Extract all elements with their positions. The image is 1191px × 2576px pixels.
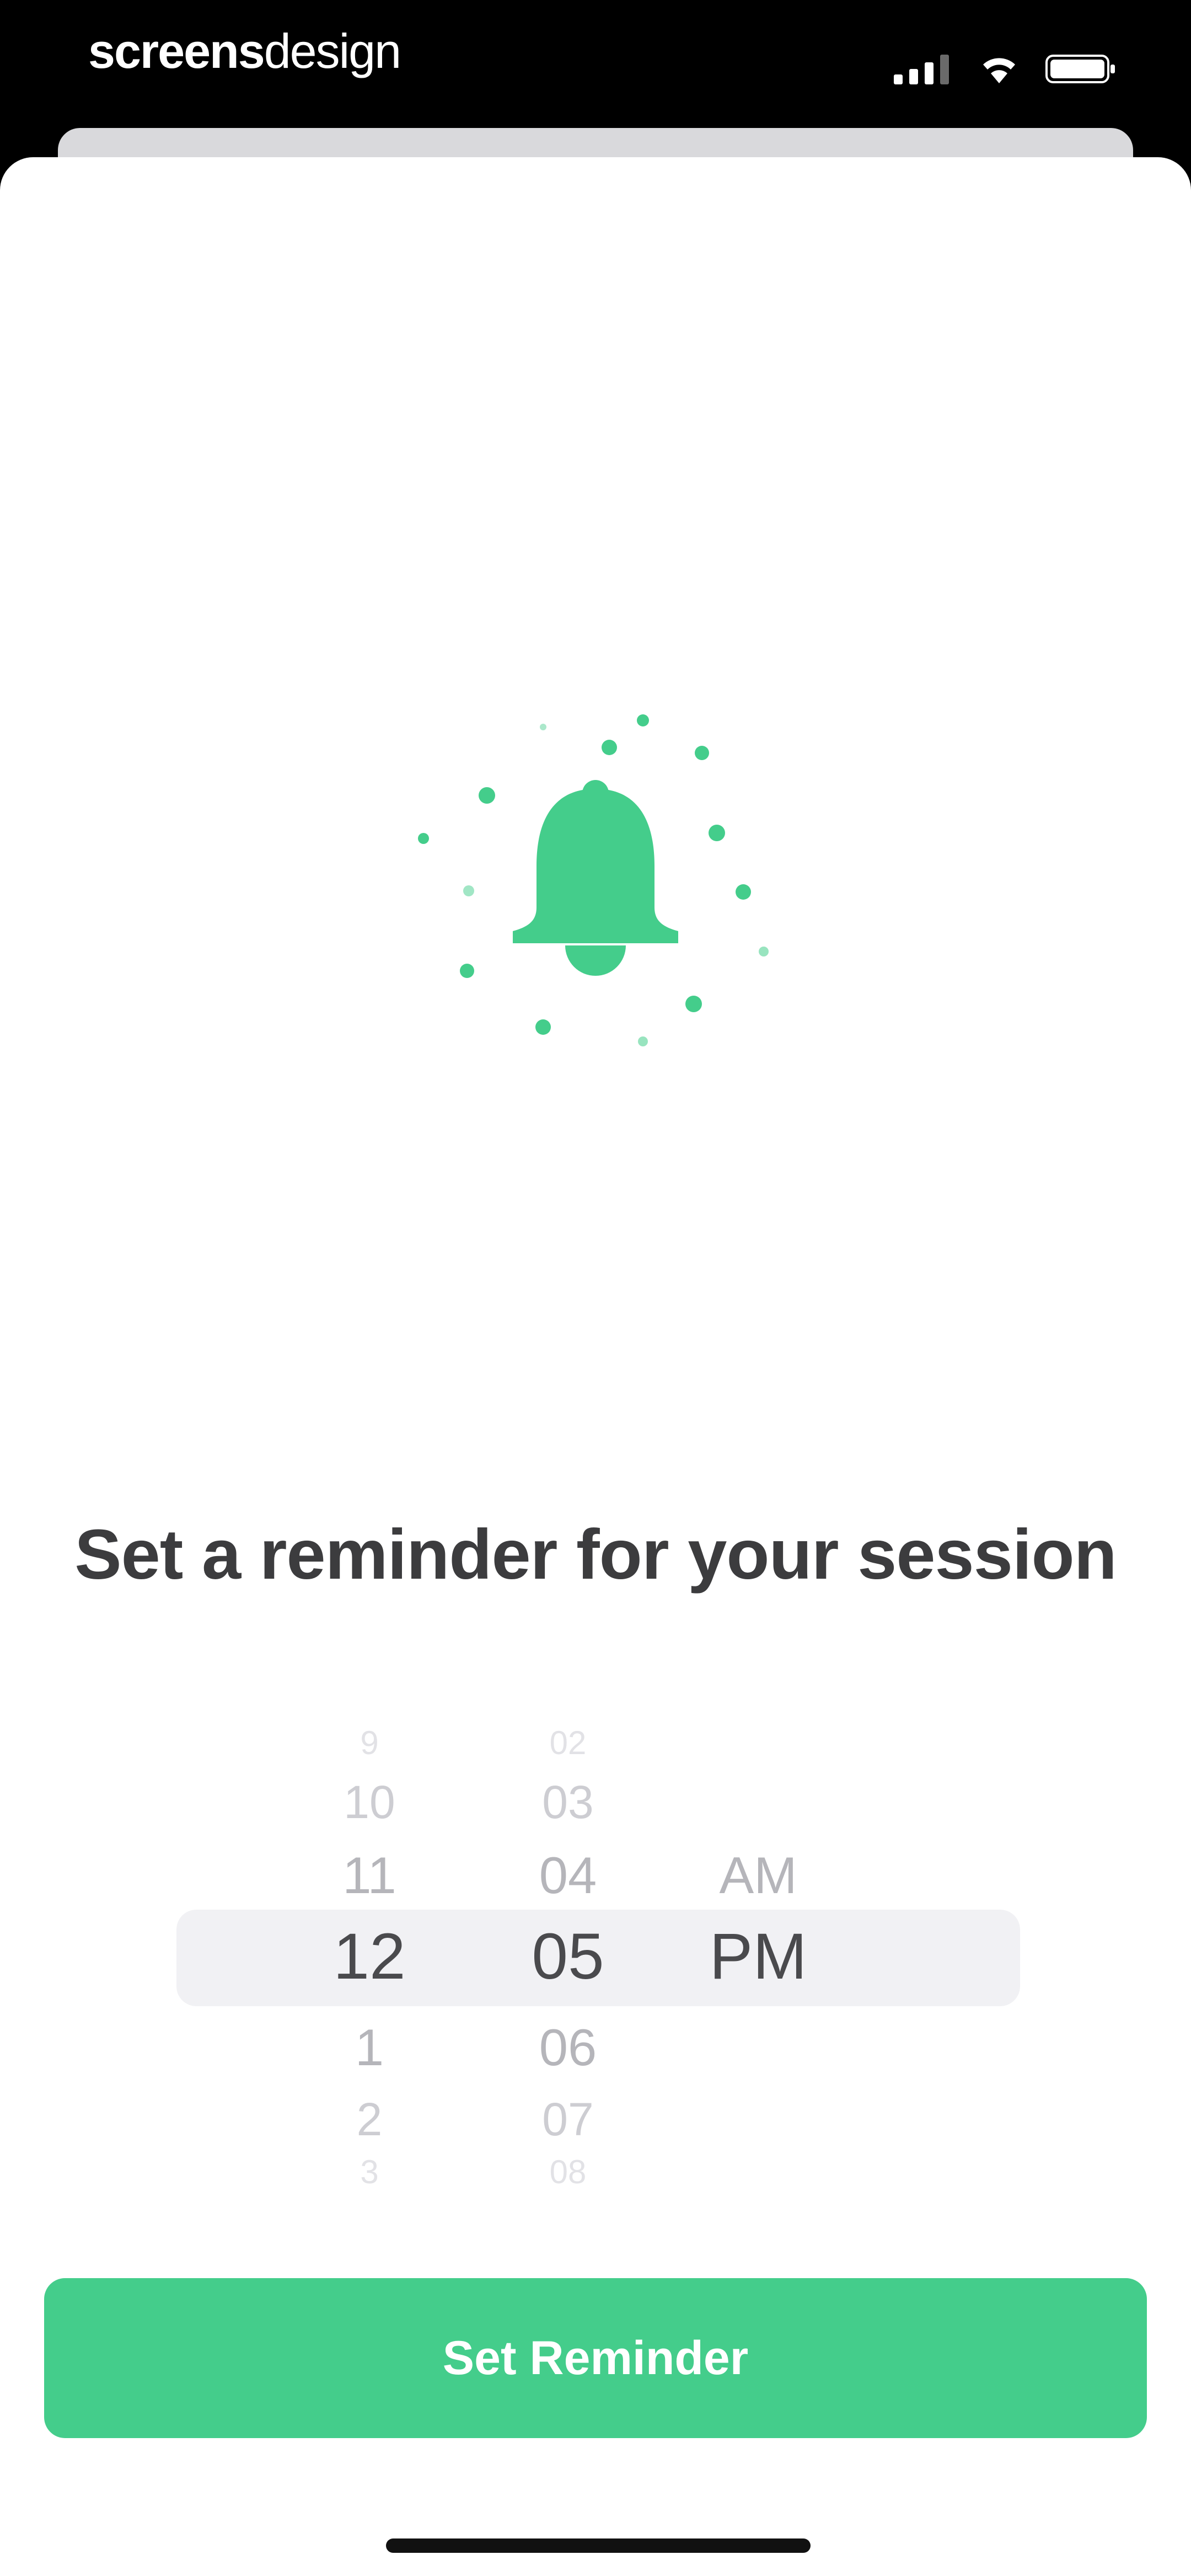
brand-part-1: screens [88,24,265,78]
minute-option[interactable]: 07 [507,2096,629,2142]
home-indicator[interactable] [386,2538,811,2553]
reminder-sheet [0,157,1191,2576]
status-bar: screensdesign [0,0,1191,127]
battery-icon [1045,55,1115,83]
minute-option[interactable]: 03 [507,1779,629,1825]
minute-option[interactable]: 02 [507,1727,629,1760]
signal-icon [894,55,949,84]
time-picker[interactable]: 9 10 11 12 1 2 3 02 03 04 05 06 07 08 AM… [176,1710,1020,2195]
period-wheel[interactable]: AM PM [689,1710,827,2195]
hour-wheel[interactable]: 9 10 11 12 1 2 3 [314,1710,425,2195]
period-selected[interactable]: PM [689,1924,827,1989]
hour-option[interactable]: 10 [314,1779,425,1825]
brand-watermark: screensdesign [88,23,401,79]
hour-option[interactable]: 1 [314,2022,425,2073]
brand-part-2: design [264,24,401,78]
bell-icon [418,714,769,1046]
page-title: Set a reminder for your session [74,1515,1117,1594]
minute-wheel[interactable]: 02 03 04 05 06 07 08 [507,1710,629,2195]
period-option-am[interactable]: AM [689,1850,827,1901]
minute-option[interactable]: 06 [507,2022,629,2073]
minute-option[interactable]: 04 [507,1850,629,1901]
hour-option[interactable]: 9 [314,1727,425,1760]
set-reminder-button[interactable]: Set Reminder [44,2278,1147,2438]
hour-option[interactable]: 11 [314,1850,425,1901]
hour-selected[interactable]: 12 [314,1924,425,1989]
screen: screensdesign Set a reminder for your se… [0,0,1191,2576]
hour-option[interactable]: 3 [314,2156,425,2189]
minute-selected[interactable]: 05 [507,1924,629,1989]
wifi-icon [983,58,1015,83]
minute-option[interactable]: 08 [507,2156,629,2189]
hour-option[interactable]: 2 [314,2096,425,2142]
status-icons [893,52,1117,85]
